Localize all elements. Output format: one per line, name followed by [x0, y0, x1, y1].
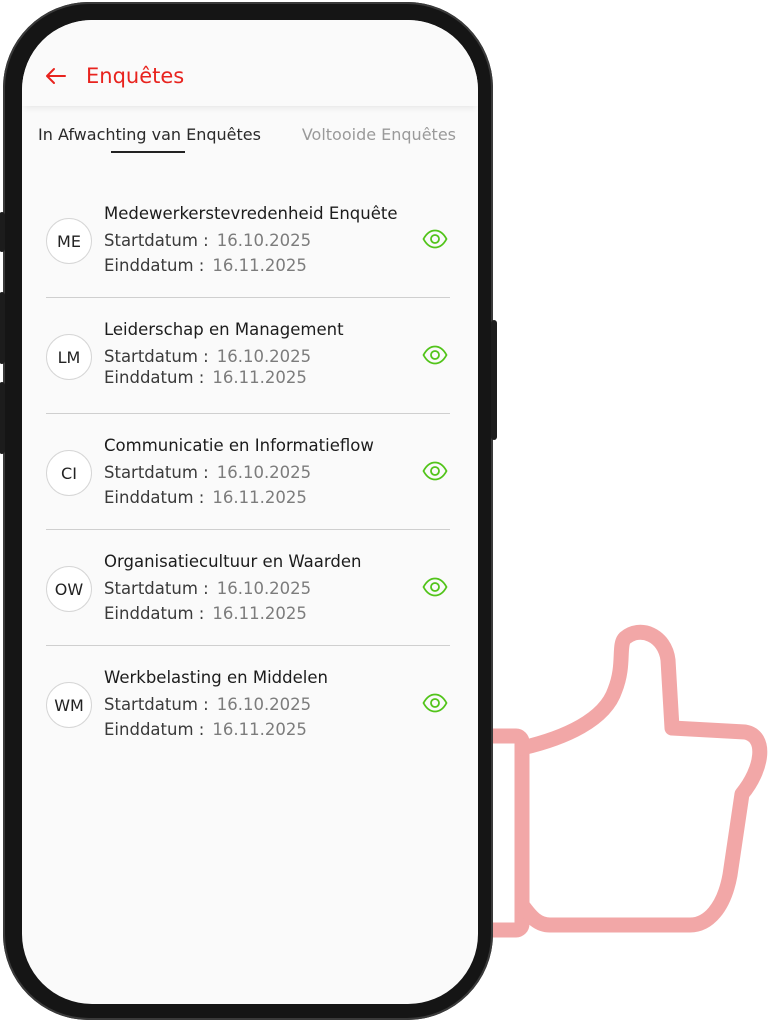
end-date-value: 16.11.2025 — [212, 488, 307, 507]
start-date-row: Startdatum : 16.10.2025 — [104, 577, 311, 601]
end-date-value: 16.11.2025 — [212, 368, 307, 387]
end-date-value: 16.11.2025 — [212, 720, 307, 739]
phone-screen: Enquêtes In Afwachting van Enquêtes Volt… — [22, 20, 478, 1004]
app-bar: Enquêtes — [22, 20, 478, 106]
tab-bar: In Afwachting van Enquêtes Voltooide Enq… — [22, 120, 478, 156]
survey-list-item[interactable]: ME Medewerkerstevredenheid Enquête Start… — [22, 182, 478, 298]
start-date-value: 16.10.2025 — [216, 579, 312, 598]
start-date-label: Startdatum : — [104, 231, 209, 250]
phone-power-button — [491, 320, 497, 440]
avatar: OW — [46, 566, 92, 612]
end-date-label: Einddatum : — [104, 720, 205, 739]
start-date-label: Startdatum : — [104, 347, 209, 366]
start-date-value: 16.10.2025 — [216, 695, 312, 714]
avatar: LM — [46, 334, 92, 380]
end-date-label: Einddatum : — [104, 488, 205, 507]
start-date-label: Startdatum : — [104, 463, 209, 482]
start-date-label: Startdatum : — [104, 579, 209, 598]
tab-completed-surveys[interactable]: Voltooide Enquêtes — [302, 124, 456, 146]
survey-list-item[interactable]: CI Communicatie en Informatieflow Startd… — [22, 414, 478, 530]
tab-pending-surveys[interactable]: In Afwachting van Enquêtes — [38, 124, 261, 146]
survey-title: Communicatie en Informatieflow — [104, 436, 374, 455]
end-date-label: Einddatum : — [104, 368, 205, 387]
phone-volume-up-button — [0, 292, 5, 364]
end-date-value: 16.11.2025 — [212, 604, 307, 623]
phone-volume-down-button — [0, 382, 5, 454]
phone-action-button — [0, 212, 5, 252]
survey-title: Leiderschap en Management — [104, 320, 344, 339]
survey-title: Organisatiecultuur en Waarden — [104, 552, 362, 571]
start-date-row: Startdatum : 16.10.2025 — [104, 229, 311, 253]
eye-icon[interactable] — [422, 461, 448, 481]
page-title: Enquêtes — [86, 64, 185, 88]
eye-icon[interactable] — [422, 345, 448, 365]
avatar: WM — [46, 682, 92, 728]
start-date-value: 16.10.2025 — [216, 347, 312, 366]
eye-icon[interactable] — [422, 693, 448, 713]
end-date-row: Einddatum : 16.11.2025 — [104, 254, 307, 278]
active-tab-indicator — [111, 151, 185, 153]
survey-title: Medewerkerstevredenheid Enquête — [104, 204, 398, 223]
avatar: CI — [46, 450, 92, 496]
avatar: ME — [46, 218, 92, 264]
canvas: Enquêtes In Afwachting van Enquêtes Volt… — [0, 0, 769, 1024]
survey-title: Werkbelasting en Middelen — [104, 668, 328, 687]
end-date-label: Einddatum : — [104, 604, 205, 623]
survey-list: ME Medewerkerstevredenheid Enquête Start… — [22, 182, 478, 762]
start-date-value: 16.10.2025 — [216, 231, 312, 250]
survey-list-item[interactable]: OW Organisatiecultuur en Waarden Startda… — [22, 530, 478, 646]
end-date-row: Einddatum : 16.11.2025 — [104, 486, 307, 510]
survey-list-item[interactable]: WM Werkbelasting en Middelen Startdatum … — [22, 646, 478, 762]
end-date-row: Einddatum : 16.11.2025 — [104, 366, 307, 390]
eye-icon[interactable] — [422, 229, 448, 249]
phone-frame: Enquêtes In Afwachting van Enquêtes Volt… — [0, 2, 497, 1020]
end-date-value: 16.11.2025 — [212, 256, 307, 275]
end-date-label: Einddatum : — [104, 256, 205, 275]
start-date-row: Startdatum : 16.10.2025 — [104, 461, 311, 485]
survey-list-item[interactable]: LM Leiderschap en Management Startdatum … — [22, 298, 478, 414]
eye-icon[interactable] — [422, 577, 448, 597]
end-date-row: Einddatum : 16.11.2025 — [104, 718, 307, 742]
end-date-row: Einddatum : 16.11.2025 — [104, 602, 307, 626]
arrow-left-icon[interactable] — [44, 64, 68, 88]
start-date-row: Startdatum : 16.10.2025 — [104, 693, 311, 717]
start-date-label: Startdatum : — [104, 695, 209, 714]
start-date-value: 16.10.2025 — [216, 463, 312, 482]
